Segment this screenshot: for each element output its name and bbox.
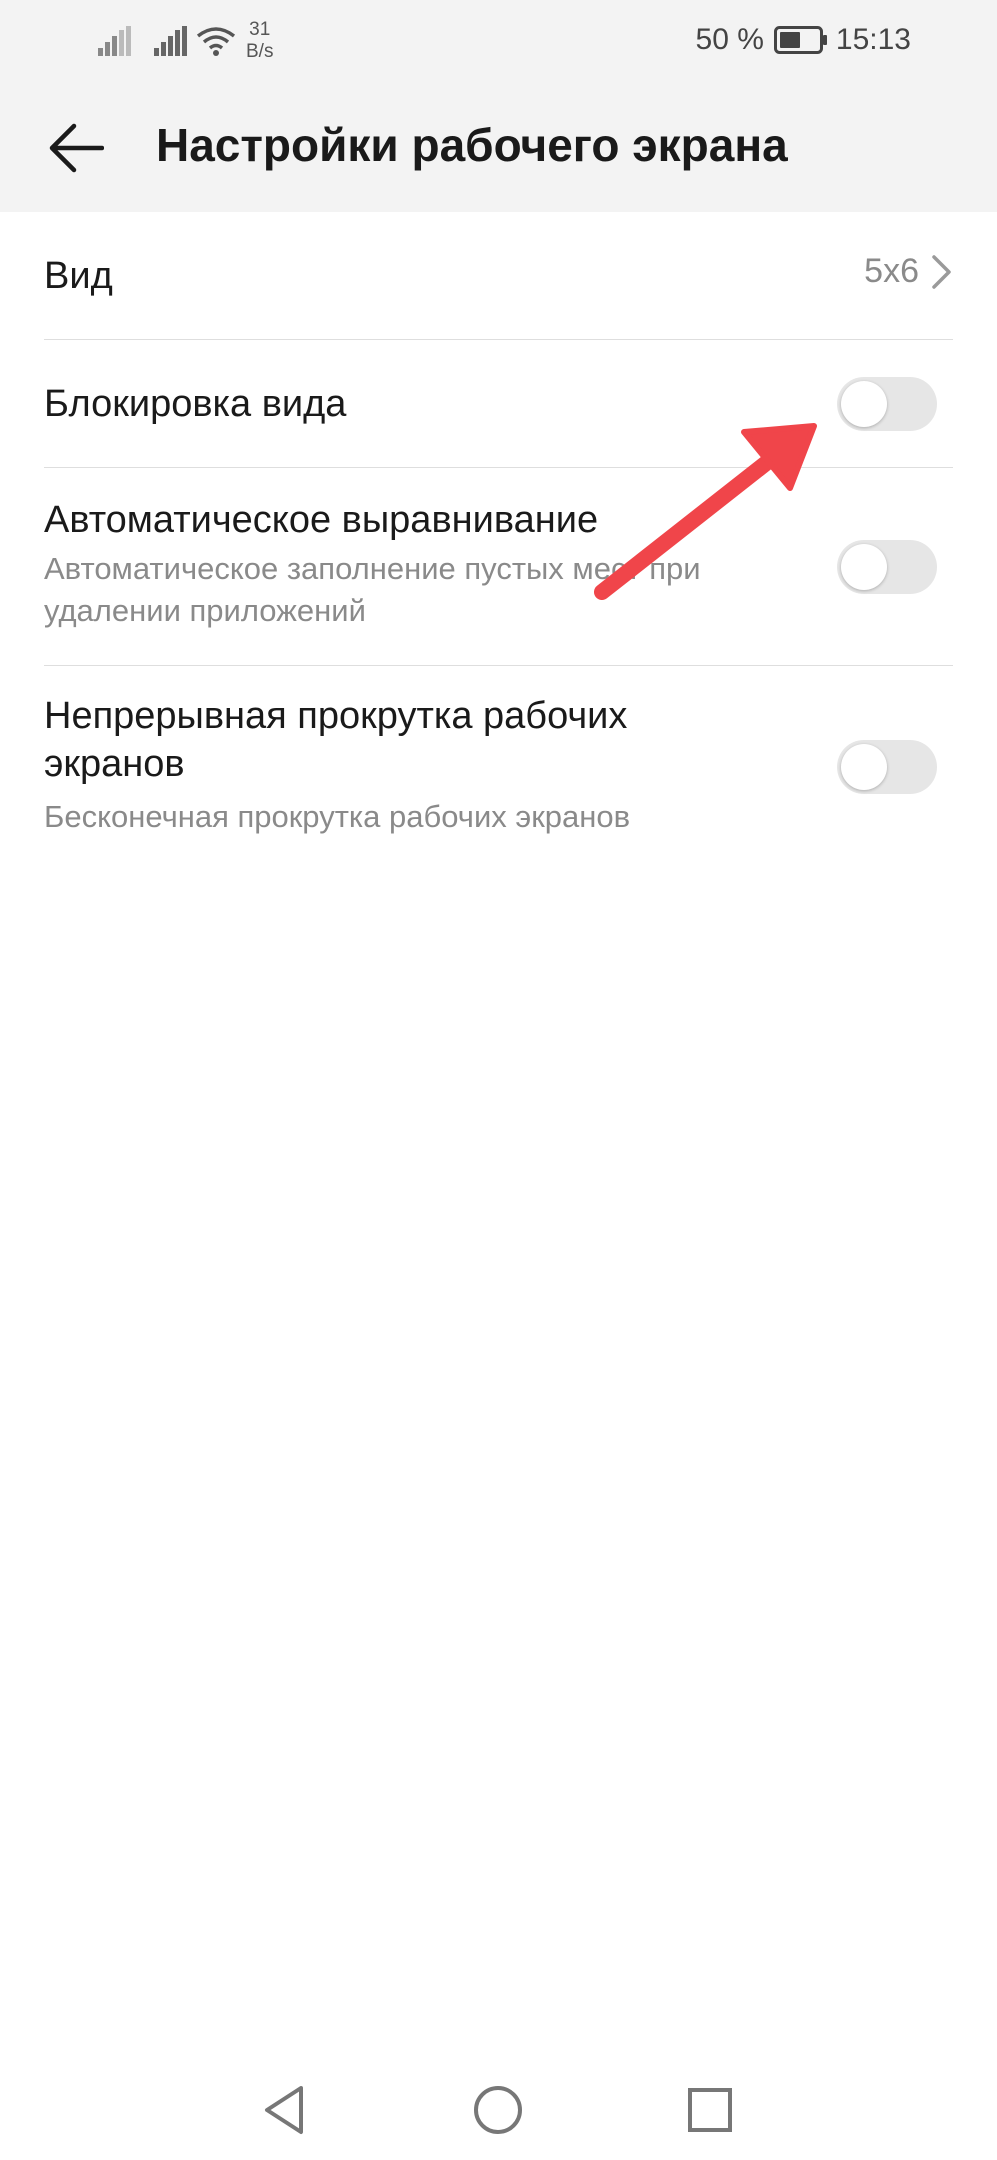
back-button[interactable] (40, 112, 112, 184)
wifi-icon (196, 27, 236, 56)
setting-title: Непрерывная прокрутка рабочих экранов (44, 695, 628, 785)
switch-knob (841, 744, 887, 790)
nav-back-button[interactable] (252, 2078, 316, 2142)
setting-title: Автоматическое выравнивание (44, 499, 599, 541)
setting-value-wrap: 5x6 (864, 252, 953, 291)
network-speed-unit: B/s (246, 41, 274, 62)
battery-icon (773, 26, 827, 54)
setting-title: Вид (44, 255, 113, 297)
signal-strength-icon (154, 26, 187, 56)
triangle-back-icon (265, 2086, 303, 2134)
status-right: 50 % 15:13 (696, 18, 911, 62)
setting-row-lock-layout: Блокировка вида (44, 340, 953, 468)
network-speed: 31 B/s (246, 19, 273, 63)
arrow-left-icon (49, 123, 104, 173)
status-left: 31 B/s (98, 16, 273, 66)
setting-subtitle: Бесконечная прокрутка рабочих экранов (44, 799, 631, 834)
battery-percent: 50 % (695, 23, 764, 56)
nav-recent-button[interactable] (678, 2078, 742, 2142)
clock: 15:13 (835, 23, 911, 56)
navigation-bar (0, 2060, 997, 2160)
circle-home-icon (474, 2086, 522, 2134)
network-speed-value: 31 (249, 19, 271, 40)
setting-value: 5x6 (864, 252, 919, 290)
chevron-right-icon (932, 254, 951, 289)
app-bar: Настройки рабочего экрана (0, 80, 997, 212)
setting-title: Блокировка вида (44, 383, 347, 425)
settings-list: Вид 5x6 Блокировка вида Автоматическое в… (0, 212, 997, 866)
auto-align-switch[interactable] (837, 540, 937, 594)
lock-layout-switch[interactable] (837, 377, 937, 431)
setting-subtitle: Автоматическое заполнение пустых мест пр… (44, 551, 701, 628)
square-recent-icon (688, 2088, 732, 2132)
signal-strength-icon (98, 26, 131, 56)
switch-knob (841, 544, 887, 590)
page-title: Настройки рабочего экрана (156, 119, 788, 171)
switch-knob (841, 381, 887, 427)
continuous-scroll-switch[interactable] (837, 740, 937, 794)
status-bar: 31 B/s 50 % 15:13 (0, 0, 997, 80)
setting-row-continuous-scroll: Непрерывная прокрутка рабочих экранов Бе… (44, 666, 953, 866)
setting-row-view[interactable]: Вид 5x6 (44, 212, 953, 340)
setting-row-auto-align: Автоматическое выравнивание Автоматическ… (44, 468, 953, 666)
nav-home-button[interactable] (466, 2078, 530, 2142)
